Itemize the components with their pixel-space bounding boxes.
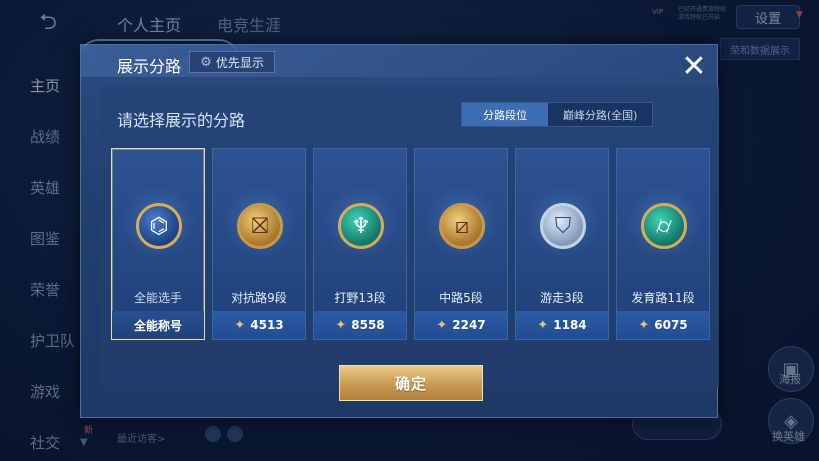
lane-card-name: 对抗路9段 [231, 291, 287, 305]
clash-lane-badge-icon: ⛝ [237, 203, 283, 249]
all-rounder-badge-icon: ⌬ [136, 203, 182, 249]
points-icon: ✦ [638, 317, 650, 333]
priority-display-label: 优先显示 [215, 55, 264, 70]
roam-badge-icon: ⛉ [540, 203, 586, 249]
lane-display-dialog: 展示分路 ⚙ 优先显示 ✕ 请选择展示的分路 分路段位 巅峰分路(全国) ⌬ 全… [79, 39, 719, 418]
gear-icon: ⚙ [200, 54, 212, 70]
lane-card-footer: ✦ 1184 [516, 311, 608, 339]
lane-card-footer-text: 全能称号 [133, 318, 182, 333]
points-icon: ✦ [335, 317, 347, 333]
lane-card-footer: 全能称号 [112, 311, 204, 339]
lane-card-points: 2247 [452, 318, 486, 332]
lane-card-mid[interactable]: ⧄ 中路5段 ✦ 2247 [414, 148, 508, 340]
lane-card-footer: ✦ 6075 [617, 311, 709, 339]
lane-card-footer: ✦ 2247 [415, 311, 507, 339]
lane-card-points: 6075 [654, 318, 688, 332]
badge-glyph: ⌭ [656, 213, 672, 239]
lane-card-name: 中路5段 [439, 291, 483, 305]
lane-card-points: 4513 [250, 318, 284, 332]
lane-card-name: 游走3段 [540, 291, 584, 305]
lane-card-list: ⌬ 全能选手 全能称号 ⛝ 对抗路9段 ✦ 4513 ♆ 打野13段 ✦ 855… [111, 148, 710, 340]
badge-glyph: ⛝ [251, 213, 269, 239]
lane-card-name: 打野13段 [334, 291, 386, 305]
points-icon: ✦ [537, 317, 549, 333]
select-lane-prompt: 请选择展示的分路 [117, 111, 246, 130]
badge-glyph: ⛉ [554, 213, 572, 239]
confirm-button[interactable]: 确定 [339, 365, 483, 401]
tab-peak-lane-national[interactable]: 巅峰分路(全国) [548, 103, 652, 126]
lane-card-points: 1184 [553, 318, 587, 332]
priority-display-button[interactable]: ⚙ 优先显示 [189, 51, 275, 73]
farm-lane-badge-icon: ⌭ [641, 203, 687, 249]
tab-lane-rank[interactable]: 分路段位 [462, 103, 549, 126]
lane-card-clash[interactable]: ⛝ 对抗路9段 ✦ 4513 [212, 148, 306, 340]
lane-card-name: 全能选手 [133, 291, 182, 305]
lane-card-jungle[interactable]: ♆ 打野13段 ✦ 8558 [313, 148, 407, 340]
points-icon: ✦ [234, 317, 246, 333]
lane-card-name: 发育路11段 [631, 291, 695, 305]
jungle-badge-icon: ♆ [338, 203, 384, 249]
lane-mode-toggle: 分路段位 巅峰分路(全国) [461, 102, 653, 127]
badge-glyph: ♆ [351, 213, 371, 239]
points-icon: ✦ [436, 317, 448, 333]
close-icon[interactable]: ✕ [677, 49, 711, 84]
lane-card-footer: ✦ 4513 [213, 311, 305, 339]
dialog-title: 展示分路 [117, 57, 182, 76]
lane-card-footer: ✦ 8558 [314, 311, 406, 339]
badge-glyph: ⌬ [149, 213, 169, 239]
mid-lane-badge-icon: ⧄ [439, 203, 485, 249]
lane-card-points: 8558 [351, 318, 385, 332]
lane-card-farm[interactable]: ⌭ 发育路11段 ✦ 6075 [616, 148, 710, 340]
lane-card-all-rounder[interactable]: ⌬ 全能选手 全能称号 [111, 148, 205, 340]
badge-glyph: ⧄ [455, 213, 469, 239]
lane-card-roam[interactable]: ⛉ 游走3段 ✦ 1184 [515, 148, 609, 340]
